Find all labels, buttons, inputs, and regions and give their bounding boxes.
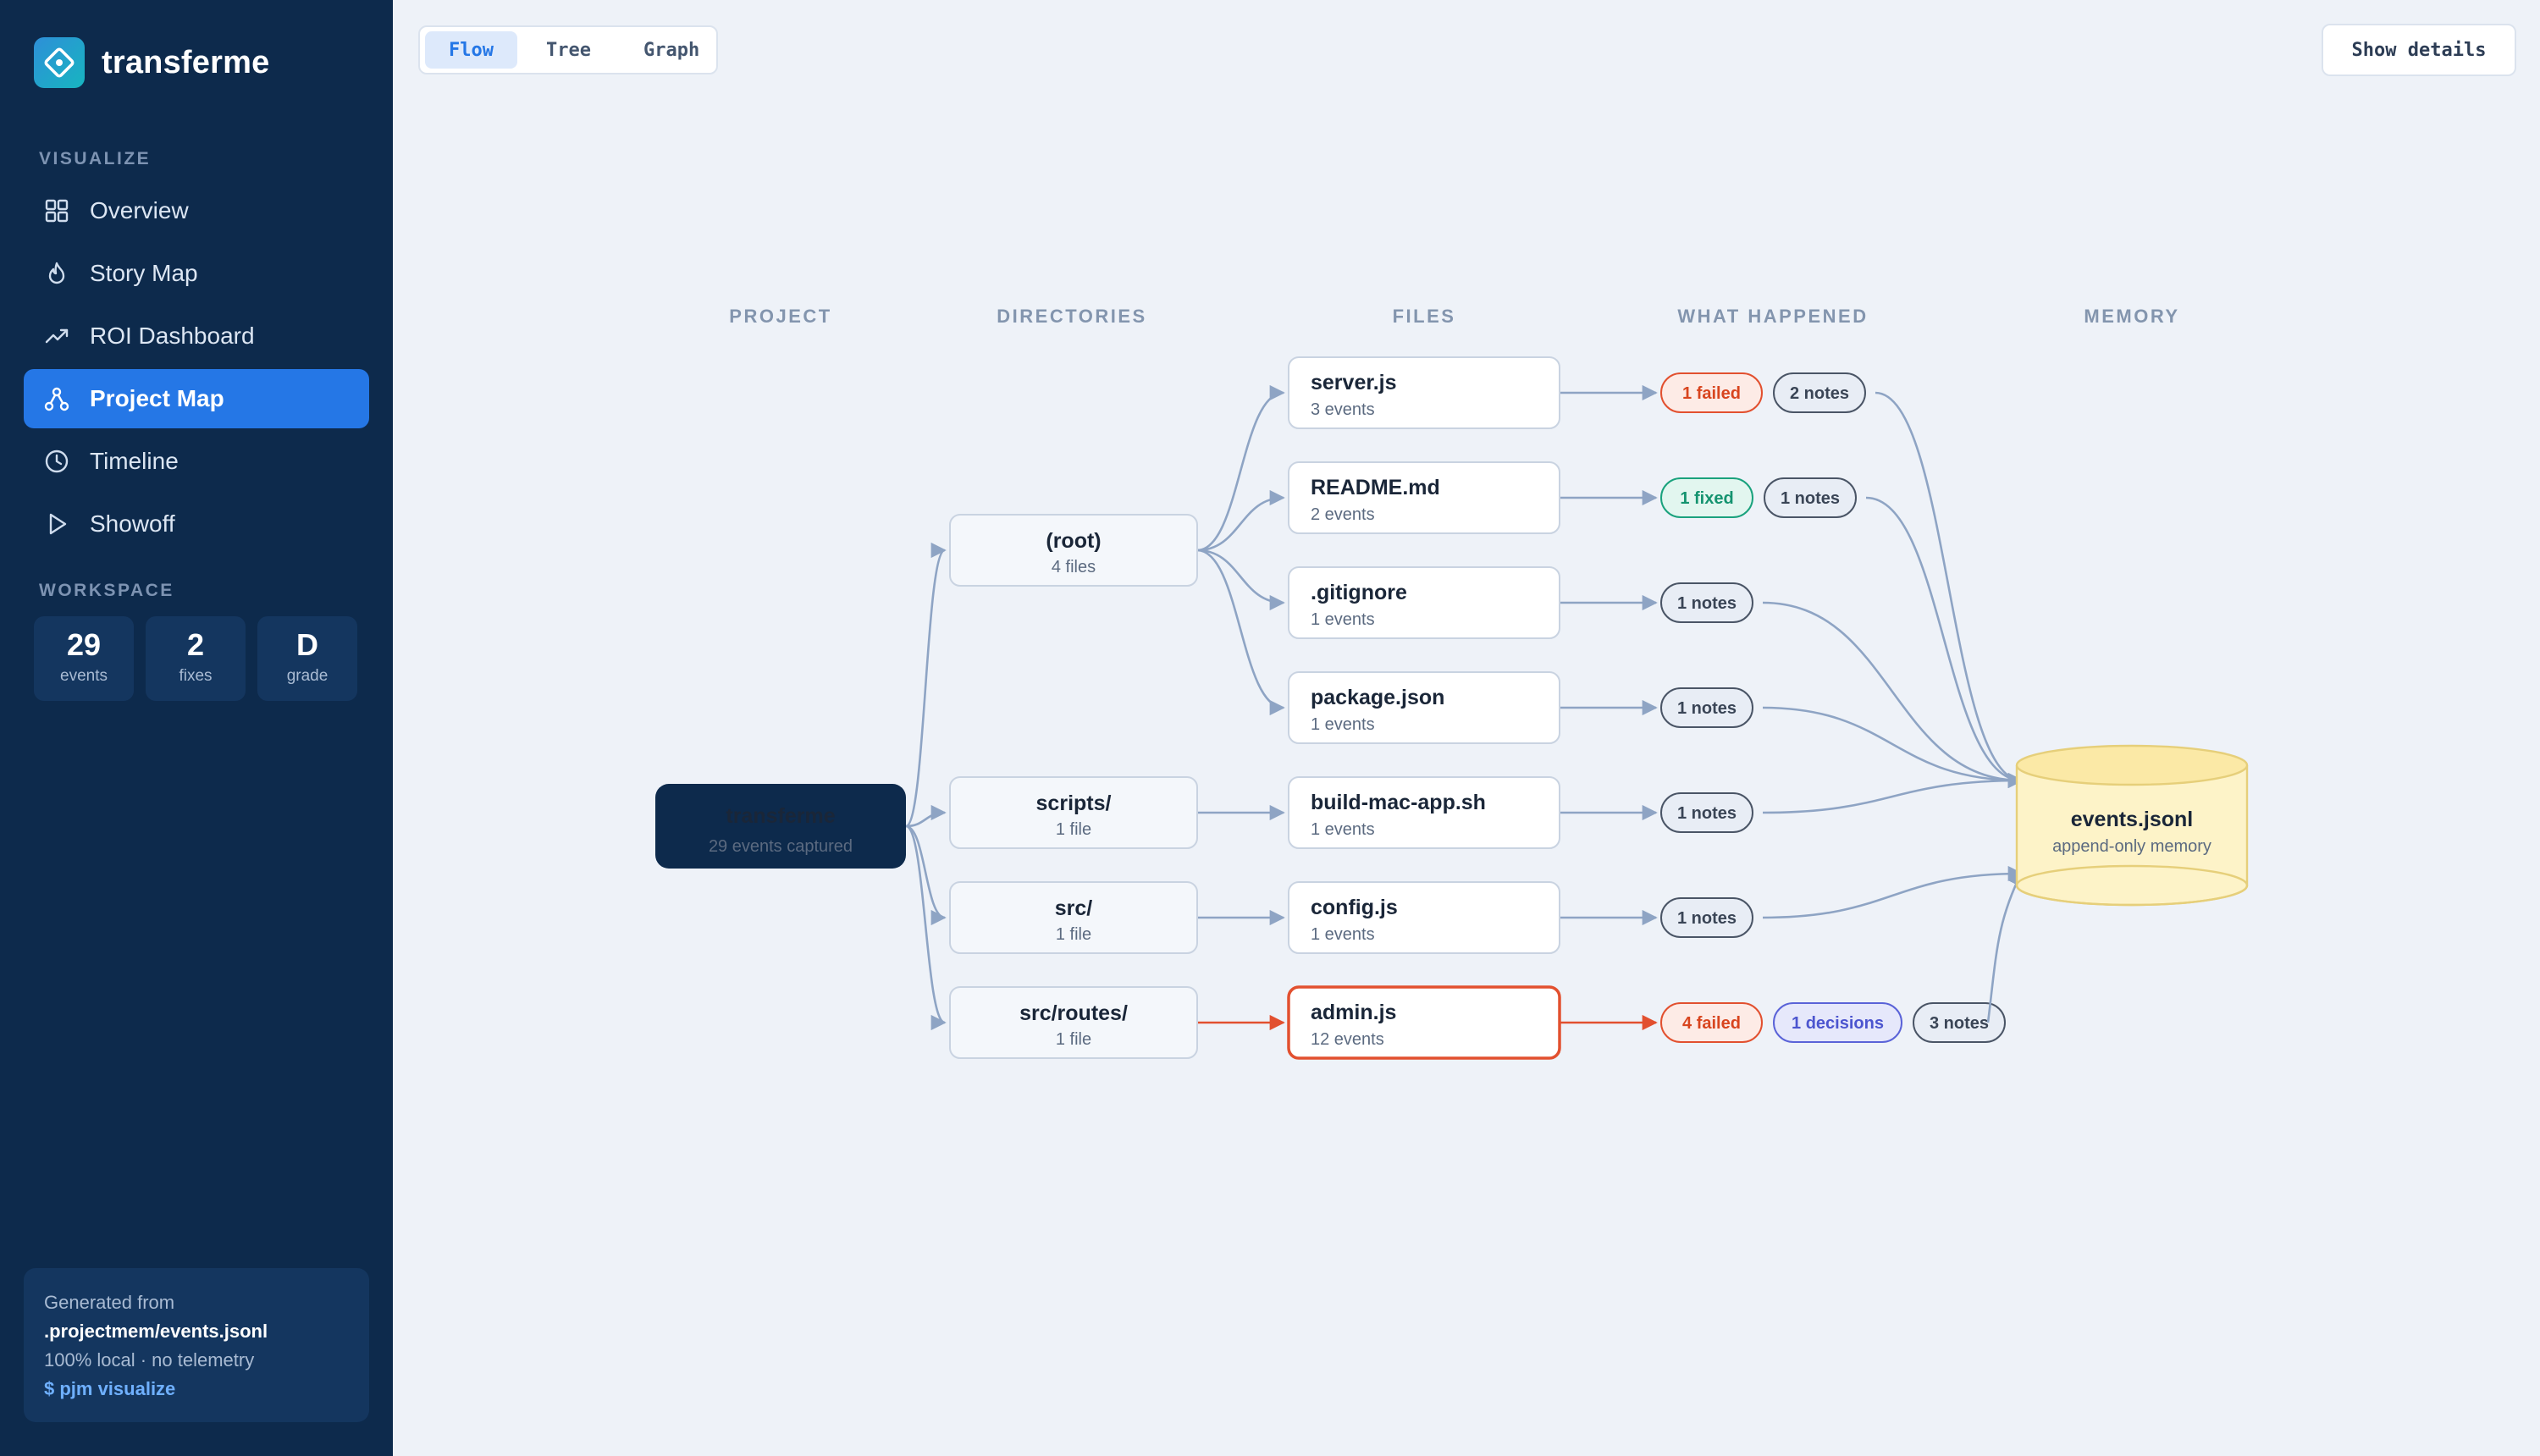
project-name: transferme (726, 804, 835, 828)
edge-event-memory (1762, 601, 2024, 789)
event-pill-label: 1 decisions (1792, 1014, 1884, 1033)
file-sub: 1 events (1311, 925, 1375, 944)
column-header: MEMORY (2084, 306, 2179, 327)
directory-sub: 1 file (1056, 820, 1091, 839)
tab-graph[interactable]: Graph (620, 31, 723, 69)
directory-name: src/routes/ (1019, 1001, 1128, 1025)
event-pill-label: 1 notes (1677, 909, 1737, 928)
edge-dir-file (1196, 384, 1285, 552)
file-sub: 1 events (1311, 820, 1375, 839)
column-header: PROJECT (729, 306, 831, 327)
event-pill-label: 4 failed (1682, 1014, 1741, 1033)
edge-event-memory (1762, 865, 2024, 919)
edge-dir-file (1196, 549, 1285, 716)
file-name: build-mac-app.sh (1311, 791, 1486, 814)
edge-project-dir (905, 825, 947, 1030)
directory-name: src/ (1055, 896, 1093, 920)
edge-dir-file (1196, 489, 1285, 552)
directory-sub: 1 file (1056, 925, 1091, 944)
tab-flow[interactable]: Flow (425, 31, 517, 69)
project-sub: 29 events captured (709, 837, 853, 856)
file-sub: 12 events (1311, 1030, 1384, 1049)
view-tabs: Flow Tree Graph (418, 25, 718, 74)
edge-event-memory (1986, 870, 2024, 1023)
event-pill-label: 3 notes (1930, 1014, 1989, 1033)
event-pill-label: 1 notes (1677, 699, 1737, 718)
event-pill-label: 1 notes (1781, 489, 1840, 508)
tab-tree[interactable]: Tree (522, 31, 615, 69)
directory-name: (root) (1046, 529, 1101, 553)
edge-event-memory (1762, 772, 2024, 814)
column-header: DIRECTORIES (997, 306, 1146, 327)
event-pill-label: 2 notes (1790, 384, 1849, 403)
file-name: admin.js (1311, 1001, 1396, 1024)
edge-event-memory (1865, 496, 2024, 789)
file-sub: 1 events (1311, 610, 1375, 629)
project-flow-map: PROJECT DIRECTORIES FILES WHAT HAPPENED MEMO… (655, 306, 2249, 1060)
file-sub: 1 events (1311, 715, 1375, 734)
edge-dir-file (1196, 549, 1285, 611)
file-name: README.md (1311, 476, 1440, 499)
directory-name: scripts/ (1036, 791, 1112, 815)
file-sub: 2 events (1311, 505, 1375, 524)
column-header: FILES (1393, 306, 1456, 327)
edge-project-dir (905, 825, 947, 926)
edge-event-memory (1762, 706, 2024, 789)
show-details-button[interactable]: Show details (2322, 24, 2516, 76)
event-pill-label: 1 notes (1677, 804, 1737, 823)
column-header: WHAT HAPPENED (1677, 306, 1868, 327)
file-name: config.js (1311, 896, 1398, 919)
memory-name: events.jsonl (2071, 808, 2194, 831)
event-pill-label: 1 notes (1677, 594, 1737, 613)
file-name: server.js (1311, 371, 1397, 394)
event-pill-label: 1 fixed (1680, 489, 1733, 508)
edge-event-memory (1875, 391, 2024, 789)
event-pill-label: 1 failed (1682, 384, 1741, 403)
memory-sub: append-only memory (2052, 837, 2211, 856)
file-sub: 3 events (1311, 400, 1375, 419)
file-name: package.json (1311, 686, 1444, 709)
file-name: .gitignore (1311, 581, 1407, 604)
directory-sub: 1 file (1056, 1030, 1091, 1049)
edge-project-dir (905, 543, 947, 828)
directory-sub: 4 files (1052, 558, 1096, 576)
